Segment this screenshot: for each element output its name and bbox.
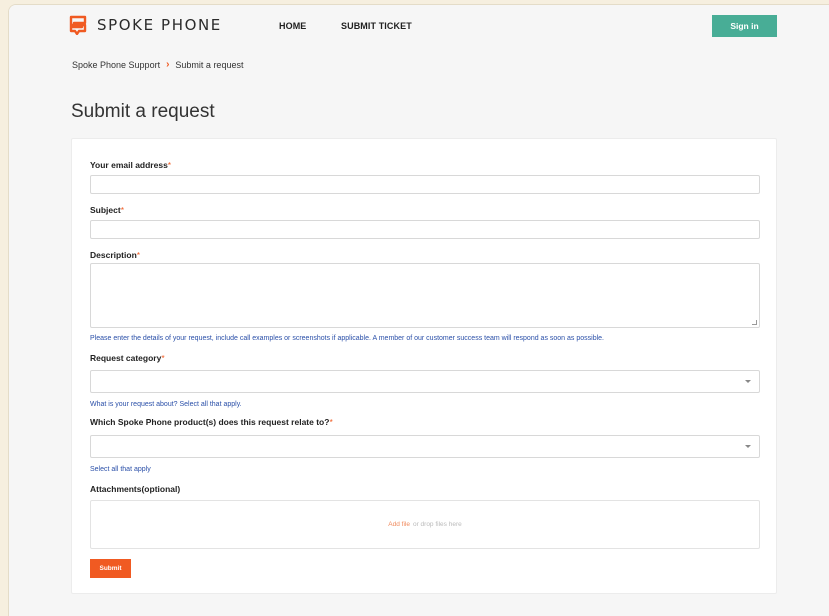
email-label: Your email address* (90, 160, 171, 170)
subject-label-text: Subject (90, 205, 121, 215)
description-label-text: Description (90, 250, 137, 260)
site-logo[interactable]: SPOKE PHONE (68, 15, 222, 35)
browser-frame: SPOKE PHONE HOME SUBMIT TICKET Sign in S… (8, 4, 829, 616)
email-label-text: Your email address (90, 160, 168, 170)
category-label-text: Request category (90, 353, 162, 363)
chevron-right-icon: › (166, 59, 170, 70)
subject-field[interactable] (90, 220, 760, 239)
site-header: SPOKE PHONE HOME SUBMIT TICKET Sign in (9, 5, 829, 47)
add-file-link[interactable]: Add file (388, 521, 410, 528)
description-hint: Please enter the details of your request… (90, 335, 604, 342)
required-mark: * (120, 205, 125, 215)
description-label: Description* (90, 250, 140, 260)
required-mark: * (329, 417, 333, 427)
product-label-text: Which Spoke Phone product(s) does this r… (90, 417, 330, 427)
subject-label: Subject* (90, 205, 124, 215)
product-label: Which Spoke Phone product(s) does this r… (90, 417, 333, 427)
request-form: Your email address* Subject* Description… (71, 138, 777, 594)
resize-handle-icon[interactable] (752, 320, 757, 325)
category-hint: What is your request about? Select all t… (90, 401, 242, 408)
description-textarea[interactable] (90, 263, 760, 328)
breadcrumb-current-link[interactable]: Submit a request (175, 60, 243, 70)
chevron-down-icon (745, 445, 751, 448)
attachments-label: Attachments(optional) (90, 484, 181, 494)
chevron-down-icon (745, 380, 751, 383)
category-select[interactable] (90, 370, 760, 393)
email-field[interactable] (90, 175, 760, 194)
breadcrumb: Spoke Phone Support › Submit a request (72, 59, 243, 70)
required-mark: * (161, 353, 165, 363)
spoke-speech-bubble-icon (69, 15, 87, 35)
required-mark: * (136, 250, 141, 260)
sign-in-button[interactable]: Sign in (712, 15, 777, 37)
logo-text: SPOKE PHONE (97, 16, 222, 34)
page-title: Submit a request (71, 101, 215, 122)
drop-files-text: or drop files here (412, 521, 462, 528)
required-mark: * (167, 160, 172, 170)
breadcrumb-root-link[interactable]: Spoke Phone Support (72, 60, 160, 70)
product-select[interactable] (90, 435, 760, 458)
attachment-dropzone[interactable]: Add file or drop files here (90, 500, 760, 549)
category-label: Request category* (90, 353, 165, 363)
product-hint: Select all that apply (90, 466, 151, 473)
nav-home[interactable]: HOME (279, 21, 306, 31)
nav-submit-ticket[interactable]: SUBMIT TICKET (341, 21, 412, 31)
submit-button[interactable]: Submit (90, 559, 131, 578)
